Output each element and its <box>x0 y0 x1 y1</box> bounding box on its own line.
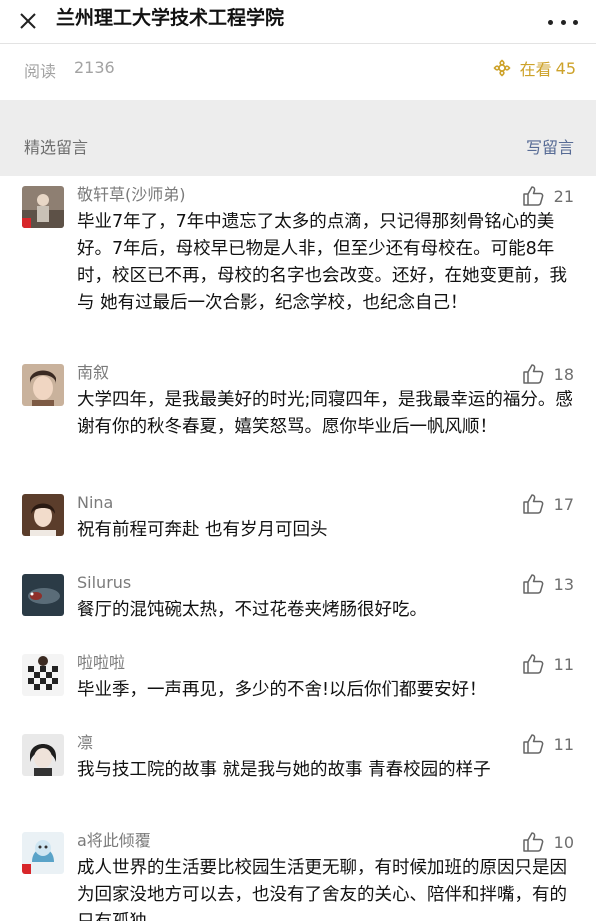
comment-text: 餐厅的混饨碗太热，不过花卷夹烤肠很好吃。 <box>77 600 427 620</box>
like-count: 21 <box>553 186 574 206</box>
comment-item: 凛 11 我与技工院的故事 就是我与她的故事 青春校园的样子 <box>0 724 596 822</box>
like-button[interactable]: 21 <box>522 186 574 206</box>
thumbs-up-icon <box>522 364 544 384</box>
avatar[interactable] <box>22 364 64 406</box>
more-dot <box>573 19 578 25</box>
avatar[interactable] <box>22 654 64 696</box>
like-count: 13 <box>553 574 574 594</box>
comment-item: 啦啦啦 11 毕业季，一声再见，多少的不舍!以后你们都要安好！ <box>0 644 596 724</box>
thumbs-up-icon <box>522 186 544 206</box>
avatar[interactable] <box>22 574 64 616</box>
comment-item: a将此倾覆 10 成人世界的生活要比校园生活更无聊，有时候加班的原因只是因为回家… <box>0 822 596 921</box>
thumbs-up-icon <box>522 832 544 852</box>
thumbs-up-icon <box>522 574 544 594</box>
avatar[interactable] <box>22 494 64 536</box>
comment-item: Nina 17 祝有前程可奔赴 也有岁月可回头 <box>0 484 596 564</box>
read-count: 2136 <box>74 58 115 77</box>
like-count: 17 <box>553 494 574 514</box>
thumbs-up-icon <box>522 734 544 754</box>
watching-button[interactable]: 在看 45 <box>492 56 576 80</box>
like-button[interactable]: 11 <box>522 654 574 674</box>
close-icon <box>20 13 36 29</box>
write-comment-button[interactable]: 写留言 <box>526 134 574 158</box>
top-bar: 兰州理工大学技术工程学院 <box>0 0 596 44</box>
more-options-button[interactable] <box>548 10 578 34</box>
like-button[interactable]: 18 <box>522 364 574 384</box>
watching-label: 在看 <box>519 60 552 79</box>
watching-count: 45 <box>555 58 576 78</box>
like-count: 18 <box>553 364 574 384</box>
flower-icon <box>493 59 511 77</box>
thumbs-up-icon <box>522 494 544 514</box>
close-button[interactable] <box>14 7 42 35</box>
comment-author[interactable]: 凛 <box>77 732 93 754</box>
comments-section-header: 精选留言 写留言 <box>0 124 596 160</box>
comment-item: 敬轩草(沙师弟) 21 毕业7年了，7年中遗忘了太多的点滴，只记得那刻骨铭心的美… <box>0 176 596 354</box>
thumbs-up-icon <box>522 654 544 674</box>
like-button[interactable]: 17 <box>522 494 574 514</box>
comment-text: 成人世界的生活要比校园生活更无聊，有时候加班的原因只是因为回家没地方可以去，也没… <box>77 858 567 921</box>
like-button[interactable]: 11 <box>522 734 574 754</box>
comment-author[interactable]: 啦啦啦 <box>77 652 125 674</box>
comment-author[interactable]: Silurus <box>77 572 131 594</box>
comment-item: 南叙 18 大学四年，是我最美好的时光;同寝四年，是我最幸运的福分。感谢有你的秋… <box>0 354 596 484</box>
like-count: 11 <box>553 654 574 674</box>
avatar[interactable] <box>22 832 64 874</box>
comment-text: 我与技工院的故事 就是我与她的故事 青春校园的样子 <box>77 760 491 780</box>
more-dots-icon <box>548 19 553 25</box>
more-dot <box>560 19 566 25</box>
comment-list: 敬轩草(沙师弟) 21 毕业7年了，7年中遗忘了太多的点滴，只记得那刻骨铭心的美… <box>0 176 596 921</box>
article-stats-bar: 阅读 2136 在看 45 <box>0 44 596 100</box>
comment-text: 毕业7年了，7年中遗忘了太多的点滴，只记得那刻骨铭心的美好。7年后，母校早已物是… <box>77 212 567 313</box>
comment-text: 毕业季，一声再见，多少的不舍!以后你们都要安好！ <box>77 680 487 700</box>
read-label: 阅读 <box>24 62 57 81</box>
comment-author[interactable]: a将此倾覆 <box>77 830 151 852</box>
comment-text: 祝有前程可奔赴 也有岁月可回头 <box>77 520 328 540</box>
comment-author[interactable]: 南叙 <box>77 362 109 384</box>
avatar[interactable] <box>22 186 64 228</box>
like-count: 10 <box>553 832 574 852</box>
comment-author[interactable]: 敬轩草(沙师弟) <box>77 184 186 206</box>
like-button[interactable]: 13 <box>522 574 574 594</box>
like-button[interactable]: 10 <box>522 832 574 852</box>
comment-item: Silurus 13 餐厅的混饨碗太热，不过花卷夹烤肠很好吃。 <box>0 564 596 644</box>
like-count: 11 <box>553 734 574 754</box>
page-title: 兰州理工大学技术工程学院 <box>56 7 285 29</box>
comment-author[interactable]: Nina <box>77 492 113 514</box>
comment-text: 大学四年，是我最美好的时光;同寝四年，是我最幸运的福分。感谢有你的秋冬春夏，嬉笑… <box>77 390 573 437</box>
avatar[interactable] <box>22 734 64 776</box>
featured-comments-title: 精选留言 <box>24 138 89 157</box>
